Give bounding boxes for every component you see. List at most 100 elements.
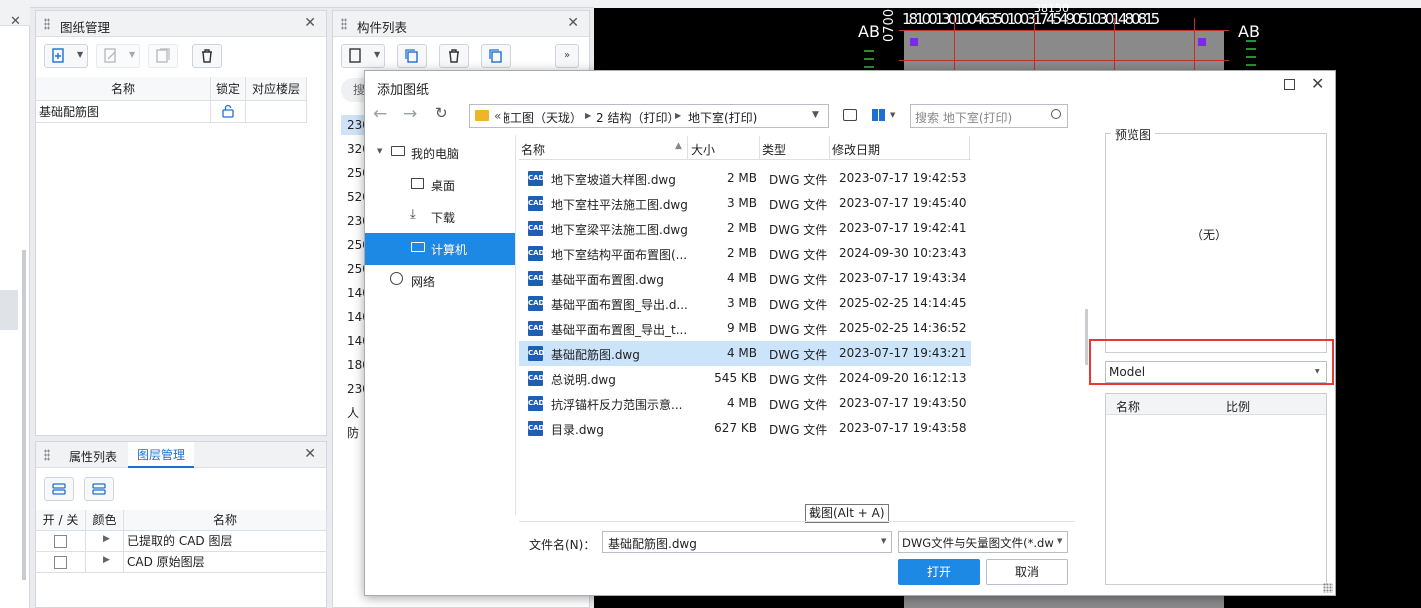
file-row[interactable]: CAD 地下室柱平法施工图.dwg 3 MB DWG 文件 2023-07-17 19:… [519,191,971,216]
layer-show-button[interactable] [44,477,74,501]
nav-desktop[interactable]: 桌面 [365,169,515,201]
drag-grip-icon[interactable] [44,449,50,461]
drawing-row-name[interactable]: 基础配筋图 [36,101,211,123]
trash-icon [202,49,212,63]
add-drawing-button[interactable]: ▼ [44,44,88,68]
open-button[interactable]: 打开 [898,559,980,585]
lock-icon[interactable] [221,104,235,118]
splitter-handle[interactable] [1085,309,1088,365]
forward-arrow-icon[interactable]: → [403,104,417,124]
cad-red-line [1034,18,1035,70]
layer-row-name[interactable]: CAD 原始图层 [124,552,327,573]
layer-icon [92,483,106,495]
maximize-icon[interactable] [1284,79,1295,90]
more-button[interactable]: » [555,44,579,68]
delete-component-button[interactable] [439,44,469,68]
cad-file-icon: CAD [528,321,544,336]
highlight-box [1089,339,1334,385]
copy-icon [489,49,502,63]
chevron-down-icon[interactable]: ▼ [881,537,886,545]
filename-input[interactable]: 基础配筋图.dwg ▼ [602,531,892,553]
col-header-type[interactable]: 类型 [762,141,786,158]
file-row[interactable]: CAD 地下室坡道大样图.dwg 2 MB DWG 文件 2023-07-17 19:4… [519,166,971,191]
file-row-selected[interactable]: CAD 基础配筋图.dwg 4 MB DWG 文件 2023-07-17 19:43:2… [519,341,971,366]
drag-grip-icon[interactable] [341,18,347,30]
new-folder-icon[interactable] [843,109,857,121]
filetype-select[interactable]: DWG文件与矢量图文件(*.dw ▼ [898,531,1068,553]
breadcrumb-item[interactable]: 地下室(打印) [688,109,757,126]
replace-drawing-button[interactable] [148,44,178,68]
file-row[interactable]: CAD 总说明.dwg 545 KB DWG 文件 2024-09-20 16:12:1… [519,366,971,391]
file-row[interactable]: CAD 基础平面布置图.dwg 4 MB DWG 文件 2023-07-17 19:43… [519,266,971,291]
drag-grip-icon[interactable] [44,18,50,30]
layer-checkbox[interactable] [54,535,67,548]
layer-copy-button[interactable] [481,44,511,68]
component-item[interactable]: 人防 [347,403,363,440]
layer-table: 开 / 关 颜色 名称 ▶ 已提取的 CAD 图层 ▶ CAD 原始图层 [36,510,327,573]
tab-layer-management[interactable]: 图层管理 [128,442,195,468]
nav-computer[interactable]: 计算机 [365,233,515,265]
drawing-row-lock[interactable] [211,101,246,123]
layer-row-name[interactable]: 已提取的 CAD 图层 [124,531,327,552]
resize-grip-icon[interactable] [1323,583,1333,593]
cad-red-line [1114,18,1115,70]
chevron-down-icon[interactable]: ▼ [1057,537,1062,545]
chevron-down-icon[interactable]: ▼ [812,110,819,120]
cad-column-mark [910,38,918,46]
nav-downloads[interactable]: ⤓ 下载 [365,201,515,233]
layer-row-checkbox-cell [36,531,86,552]
nav-network[interactable]: 网络 [365,265,515,297]
file-row[interactable]: CAD 抗浮锚杆反力范围示意... 4 MB DWG 文件 2023-07-17 19:… [519,391,971,416]
search-placeholder: 搜索 地下室(打印) [915,111,1013,125]
file-row[interactable]: CAD 地下室梁平法施工图.dwg 2 MB DWG 文件 2023-07-17 19:… [519,216,971,241]
col-header-date[interactable]: 修改日期 [832,141,880,158]
panel-title: 构件列表 [357,20,408,35]
breadcrumb-item[interactable]: 2 结构（打印） [596,109,679,126]
folder-search-input[interactable]: 搜索 地下室(打印) [910,104,1068,128]
cad-slab-bottom [904,596,1224,608]
new-component-button[interactable]: ▼ [341,44,385,68]
breadcrumb-item[interactable]: 施工图（天珑） [504,109,582,126]
file-row[interactable]: CAD 目录.dwg 627 KB DWG 文件 2023-07-17 19:43:58 [519,416,971,441]
cancel-button[interactable]: 取消 [986,559,1068,585]
col-header-name: 名称 [36,77,211,101]
nav-my-computer[interactable]: ▼ 我的电脑 [365,137,515,169]
close-icon[interactable]: ✕ [1311,74,1324,93]
cad-file-icon: CAD [528,196,544,211]
expand-arrow-icon[interactable]: ▶ [103,555,110,565]
refresh-icon[interactable]: ↻ [435,104,448,122]
preview-label: 预览图 [1111,126,1156,143]
file-row[interactable]: CAD 基础平面布置图_导出_t... 9 MB DWG 文件 2025-02-25 1… [519,316,971,341]
layer-icon [52,483,66,495]
layer-toggle-button[interactable] [84,477,114,501]
delete-drawing-button[interactable] [192,44,222,68]
col-header-name[interactable]: 名称 [521,141,545,158]
cad-red-line [899,30,1229,31]
copy-component-button[interactable] [397,44,427,68]
edit-drawing-button[interactable]: ▼ [96,44,140,68]
filename-label: 文件名(N)： [529,538,596,552]
add-drawing-dialog: 添加图纸 ✕ ← → ↻ « 施工图（天珑） ▶ 2 结构（打印） ▶ 地下室(… [364,70,1336,596]
cad-file-icon: CAD [528,421,544,436]
layer-checkbox[interactable] [54,556,67,569]
strip-scrollbar[interactable] [22,250,26,580]
close-icon[interactable]: ✕ [304,446,316,462]
cad-file-icon: CAD [528,346,544,361]
tab-property-list[interactable]: 属性列表 [69,448,117,465]
close-icon[interactable]: ✕ [567,15,579,31]
folder-icon [475,110,489,121]
address-bar[interactable]: « 施工图（天珑） ▶ 2 结构（打印） ▶ 地下室(打印) ▼ [469,104,829,128]
expand-down-icon: ▼ [377,147,383,155]
drawing-row-floor[interactable] [246,101,307,123]
expand-arrow-icon[interactable]: ▶ [103,534,110,544]
chevron-down-icon[interactable]: ▼ [890,111,895,119]
file-row[interactable]: CAD 地下室结构平面布置图(... 2 MB DWG 文件 2024-09-30 10… [519,241,971,266]
col-header-size[interactable]: 大小 [691,141,715,158]
view-grid-icon[interactable] [872,109,885,121]
close-icon[interactable]: ✕ [304,15,316,31]
cad-red-line [1194,18,1195,70]
close-icon[interactable]: ✕ [10,14,21,29]
file-row[interactable]: CAD 基础平面布置图_导出.d... 3 MB DWG 文件 2025-02-25 1… [519,291,971,316]
cad-column-mark [1198,38,1206,46]
back-arrow-icon[interactable]: ← [373,104,387,124]
